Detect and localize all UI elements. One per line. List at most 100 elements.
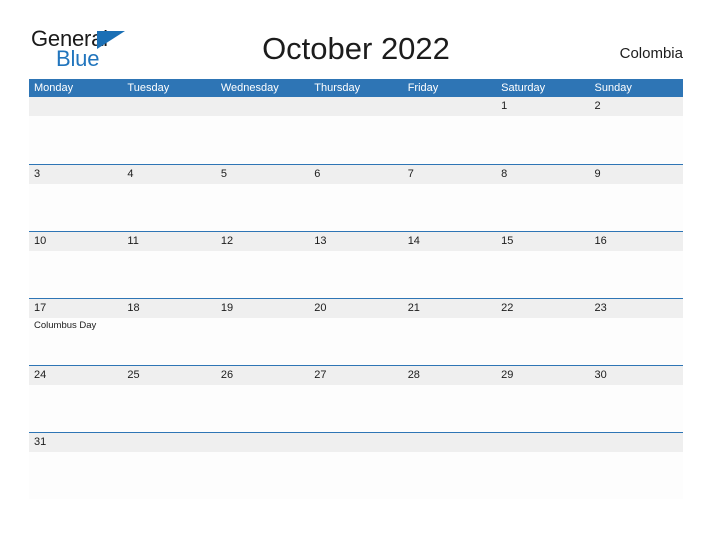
- calendar-page: General Blue October 2022 Colombia Monda…: [0, 0, 712, 550]
- day-number-band: [589, 97, 683, 116]
- calendar-day-cell[interactable]: 26: [215, 366, 310, 432]
- day-number-band: [309, 165, 403, 184]
- calendar-day-cell-empty[interactable]: [29, 97, 123, 163]
- day-number-band: [496, 165, 590, 184]
- day-number: 22: [501, 302, 514, 314]
- calendar-day-cell[interactable]: 20: [309, 299, 403, 365]
- calendar-week-row: 3 4 5 6 7 8 9: [29, 164, 683, 231]
- calendar-day-cell[interactable]: 29: [496, 366, 590, 432]
- calendar-day-cell[interactable]: 24: [29, 366, 123, 432]
- calendar-grid: Monday Tuesday Wednesday Thursday Friday…: [29, 79, 683, 499]
- day-number-band: [215, 97, 310, 116]
- weekday-header-tuesday: Tuesday: [127, 82, 170, 94]
- calendar-day-cell[interactable]: 25: [122, 366, 216, 432]
- day-number-band: [589, 165, 683, 184]
- day-number: 13: [314, 235, 327, 247]
- day-number: 24: [34, 369, 47, 381]
- calendar-day-cell[interactable]: 3: [29, 165, 123, 231]
- calendar-day-cell-empty[interactable]: [309, 97, 403, 163]
- calendar-day-cell[interactable]: 18: [122, 299, 216, 365]
- calendar-day-cell[interactable]: 16: [589, 232, 683, 298]
- calendar-day-cell[interactable]: 27: [309, 366, 403, 432]
- day-number: 15: [501, 235, 514, 247]
- day-number-band: [122, 165, 216, 184]
- country-label: Colombia: [619, 45, 683, 62]
- day-number: 3: [34, 168, 41, 180]
- day-number-band: [589, 433, 683, 452]
- weekday-header-sunday: Sunday: [594, 82, 632, 94]
- calendar-week-row: 10 11 12 13 14 15 16: [29, 231, 683, 298]
- calendar-day-cell-empty[interactable]: [309, 433, 403, 499]
- calendar-week-row: 12: [29, 97, 683, 164]
- calendar-day-cell-empty[interactable]: [122, 433, 216, 499]
- day-number-band: [215, 433, 310, 452]
- day-number: 21: [407, 302, 420, 314]
- day-number-band: [402, 165, 497, 184]
- calendar-day-cell-empty[interactable]: [215, 97, 310, 163]
- day-number: 12: [220, 235, 234, 247]
- calendar-day-cell[interactable]: 23: [589, 299, 683, 365]
- day-number-band: [309, 433, 403, 452]
- day-number: 28: [407, 369, 420, 381]
- day-number-band: [402, 433, 497, 452]
- day-number: 26: [220, 369, 234, 381]
- calendar-week-row: 24 25 26 27 28 29 30: [29, 365, 683, 432]
- calendar-day-cell[interactable]: 8: [496, 165, 590, 231]
- day-number: 20: [314, 302, 327, 314]
- calendar-day-cell[interactable]: 19: [215, 299, 310, 365]
- calendar-day-cell[interactable]: 15: [496, 232, 590, 298]
- calendar-weeks: 1 2 3 4 5 6 7 8 9 10 11 12 13 14 15 16 17 Columbus Day 18 1…: [29, 97, 683, 499]
- calendar-day-cell[interactable]: 14: [402, 232, 497, 298]
- calendar-day-cell[interactable]: 7: [402, 165, 497, 231]
- calendar-day-cell[interactable]: 22: [496, 299, 590, 365]
- weekday-header-monday: Monday: [34, 82, 74, 94]
- day-number: 19: [220, 302, 234, 314]
- day-number: 7: [407, 168, 414, 180]
- calendar-day-cell[interactable]: 4: [122, 165, 216, 231]
- day-number: 1: [501, 100, 508, 112]
- day-number-band: [402, 97, 497, 116]
- calendar-day-cell[interactable]: 6: [309, 165, 403, 231]
- day-number: 2: [594, 100, 601, 112]
- calendar-day-cell[interactable]: 10: [29, 232, 123, 298]
- day-number: 14: [407, 235, 420, 247]
- day-number: 8: [501, 168, 508, 180]
- weekday-header-friday: Friday: [407, 82, 439, 94]
- calendar-day-cell[interactable]: 30: [589, 366, 683, 432]
- day-number: 11: [127, 235, 139, 247]
- calendar-week-row: 17 Columbus Day 18 19 20 21 22 23: [29, 298, 683, 365]
- day-number: 25: [127, 369, 140, 381]
- calendar-day-cell-empty[interactable]: [589, 433, 683, 499]
- calendar-day-cell[interactable]: 17 Columbus Day: [29, 299, 123, 365]
- day-number: 23: [594, 302, 607, 314]
- weekday-header-saturday: Saturday: [501, 82, 546, 94]
- calendar-day-cell[interactable]: 12: [215, 232, 310, 298]
- day-number: 4: [127, 168, 134, 180]
- calendar-day-cell[interactable]: 21: [402, 299, 497, 365]
- calendar-day-cell[interactable]: 5: [215, 165, 310, 231]
- day-number-band: [496, 433, 590, 452]
- calendar-day-cell-empty[interactable]: [215, 433, 310, 499]
- calendar-day-cell[interactable]: 1: [496, 97, 590, 163]
- calendar-day-cell-empty[interactable]: [122, 97, 216, 163]
- calendar-day-cell[interactable]: 28: [402, 366, 497, 432]
- day-number: 18: [127, 302, 140, 314]
- calendar-day-cell-empty[interactable]: [402, 433, 497, 499]
- day-number: 9: [594, 168, 601, 180]
- day-number-band: [496, 97, 590, 116]
- calendar-day-cell[interactable]: 11: [122, 232, 216, 298]
- day-event-label: Columbus Day: [34, 320, 97, 331]
- calendar-day-cell[interactable]: 31: [29, 433, 123, 499]
- day-number-band: [29, 165, 123, 184]
- day-number: 29: [501, 369, 514, 381]
- page-header: General Blue October 2022 Colombia: [0, 0, 712, 78]
- calendar-day-cell[interactable]: 13: [309, 232, 403, 298]
- calendar-day-cell-empty[interactable]: [496, 433, 590, 499]
- calendar-day-cell-empty[interactable]: [402, 97, 497, 163]
- calendar-day-cell[interactable]: 9: [589, 165, 683, 231]
- calendar-day-cell[interactable]: 2: [589, 97, 683, 163]
- day-number: 5: [220, 168, 227, 180]
- day-number-band: [122, 97, 216, 116]
- day-number: 10: [34, 235, 47, 247]
- weekday-header-thursday: Thursday: [314, 82, 361, 94]
